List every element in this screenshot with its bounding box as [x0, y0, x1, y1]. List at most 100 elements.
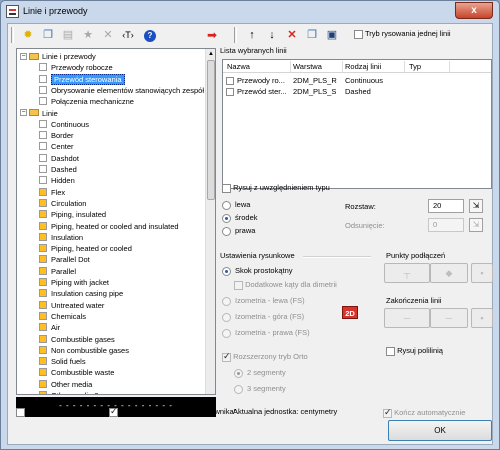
connection-start-button[interactable]: ┬ — [384, 263, 430, 283]
tree-item[interactable]: Chemicals — [39, 311, 86, 322]
radio-circle[interactable] — [222, 266, 231, 276]
rename-icon[interactable]: ‹T› — [120, 27, 136, 43]
scroll-thumb[interactable] — [207, 60, 215, 200]
tree-item[interactable]: Obrysowanie elementów stanowiących zespó… — [39, 85, 204, 96]
tree-item[interactable]: Flex — [39, 187, 65, 198]
tree-item[interactable]: Border — [39, 130, 74, 141]
red-arrow-icon[interactable]: ➡ — [204, 27, 220, 43]
new-star-icon[interactable]: ✹ — [20, 27, 36, 43]
star-icon[interactable]: ★ — [80, 27, 96, 43]
line-tree[interactable]: − Linie i przewody Przewody robocze Przewód… — [16, 48, 216, 395]
tree-item[interactable]: Piping, heated or cooled — [39, 243, 132, 254]
tree-item[interactable]: Połączenia mechaniczne — [39, 96, 134, 107]
column-type[interactable]: Typ — [409, 62, 421, 71]
radio-center[interactable]: środek — [222, 213, 258, 223]
connection-both-button[interactable]: ◆ — [430, 263, 468, 283]
connection-settings-button[interactable]: ▪ — [471, 263, 493, 283]
copy-icon[interactable]: ❐ — [40, 27, 56, 43]
radio-right[interactable]: prawa — [222, 226, 255, 236]
tree-item[interactable]: Hidden — [39, 175, 75, 186]
spacing-input[interactable]: 20 — [428, 199, 464, 213]
separate-category-checkbox[interactable]: Oddzielna kategoria "Użytkownika" — [109, 406, 236, 417]
delete-x-icon[interactable]: ✕ — [100, 27, 116, 43]
selected-lines-list[interactable]: Nazwa Warstwa Rodzaj linii Typ Przewody … — [222, 59, 492, 189]
polyline-checkbox[interactable]: Rysuj polilinią — [386, 346, 443, 356]
offset-input[interactable]: 0 — [428, 218, 464, 232]
checkbox-box[interactable] — [386, 346, 395, 356]
tree-item[interactable]: Insulation — [39, 232, 83, 243]
checkbox-box[interactable] — [222, 183, 231, 193]
tree-item[interactable]: Untreated water — [39, 300, 104, 311]
auto-finish-checkbox[interactable]: Kończ automatycznie — [383, 407, 465, 418]
radio-circle[interactable] — [222, 328, 231, 338]
tree-group[interactable]: − Linie — [20, 108, 58, 119]
radio-circle[interactable] — [222, 213, 231, 223]
draw-with-type-checkbox[interactable]: Rysuj z uwzględnieniem typu — [222, 183, 330, 193]
tree-item[interactable]: Other media — [39, 379, 92, 390]
radio-iso-top[interactable]: Izometria - góra (FS) — [222, 312, 304, 322]
checkbox-box[interactable] — [222, 351, 231, 362]
help-icon[interactable]: ? — [142, 27, 158, 43]
tree-item[interactable]: Solid fuels — [39, 356, 86, 367]
tree-item[interactable]: Air — [39, 322, 60, 333]
tree-item[interactable]: Non combustible gases — [39, 345, 129, 356]
tree-item[interactable]: Piping with jacket — [39, 277, 109, 288]
radio-left[interactable]: lewa — [222, 200, 250, 210]
row-checkbox[interactable] — [226, 77, 234, 85]
radio-iso-left[interactable]: Izometria - lewa (FS) — [222, 296, 305, 306]
radio-circle[interactable] — [222, 200, 231, 210]
arrow-down-icon[interactable]: ↓ — [264, 27, 280, 43]
tree-item[interactable]: Parallel — [39, 266, 76, 277]
tree-item[interactable]: Continuous — [39, 119, 89, 130]
collapse-icon[interactable]: − — [20, 109, 27, 117]
ending-end-button[interactable]: ─ — [430, 308, 468, 328]
tree-scrollbar[interactable]: ▲ — [205, 49, 215, 394]
tree-item[interactable]: Piping, insulated — [39, 209, 106, 220]
tree-item[interactable]: Combustible gases — [39, 334, 115, 345]
tree-item[interactable]: Circulation — [39, 198, 86, 209]
radio-circle[interactable] — [234, 368, 243, 378]
tree-item[interactable]: Piping, heated or cooled and insulated — [39, 221, 179, 232]
checkbox-box[interactable] — [234, 280, 243, 290]
pick-offset-icon[interactable]: ⇲ — [469, 218, 483, 232]
tree-item[interactable]: Dashdot — [39, 153, 79, 164]
single-line-mode-checkbox[interactable]: Tryb rysowania jednej linii — [354, 29, 451, 39]
ending-settings-button[interactable]: ▪ — [471, 308, 493, 328]
column-layer[interactable]: Warstwa — [293, 62, 322, 71]
red-x-icon[interactable]: ✕ — [284, 27, 300, 43]
radio-3-segments[interactable]: 3 segmenty — [234, 384, 286, 394]
save-icon[interactable]: ▣ — [324, 27, 340, 43]
duplicate-icon[interactable]: ❐ — [304, 27, 320, 43]
column-name[interactable]: Nazwa — [227, 62, 250, 71]
list-row[interactable]: Przewód ster... 2DM_PLS_S Dashed — [223, 87, 491, 98]
radio-2-segments[interactable]: 2 segmenty — [234, 368, 286, 378]
checkbox-box[interactable] — [354, 29, 363, 39]
list-row[interactable]: Przewody ro... 2DM_PLS_R Continuous — [223, 76, 491, 87]
checkbox-box[interactable] — [109, 406, 118, 417]
ending-start-button[interactable]: ─ — [384, 308, 430, 328]
tree-item[interactable]: Combustible waste — [39, 367, 114, 378]
collapse-icon[interactable]: − — [20, 52, 27, 60]
column-linetype[interactable]: Rodzaj linii — [345, 62, 381, 71]
arrow-up-icon[interactable]: ↑ — [244, 27, 260, 43]
scroll-up-icon[interactable]: ▲ — [207, 50, 215, 58]
tree-item[interactable]: Przewody robocze — [39, 62, 113, 73]
pick-spacing-icon[interactable]: ⇲ — [469, 199, 483, 213]
tree-item[interactable]: Center — [39, 141, 74, 152]
radio-rectangular[interactable]: Skok prostokątny — [222, 266, 293, 276]
list-icon[interactable]: ▤ — [60, 27, 76, 43]
radio-circle[interactable] — [222, 312, 231, 322]
mode-2d-icon[interactable]: 2D — [342, 306, 358, 319]
close-button[interactable]: x — [455, 2, 493, 19]
checkbox-box[interactable] — [383, 407, 392, 418]
checkbox-box[interactable] — [16, 407, 25, 417]
row-checkbox[interactable] — [226, 88, 234, 96]
sort-checkbox[interactable]: Sortuj — [16, 407, 47, 417]
ok-button[interactable]: OK — [388, 420, 492, 441]
radio-circle[interactable] — [222, 226, 231, 236]
tree-item[interactable]: Other media 2 — [39, 390, 99, 394]
radio-iso-right[interactable]: Izometria - prawa (FS) — [222, 328, 310, 338]
extra-dimetric-checkbox[interactable]: Dodatkowe kąty dla dimetrii — [234, 280, 337, 290]
tree-group[interactable]: − Linie i przewody — [20, 51, 96, 62]
tree-item[interactable]: Dashed — [39, 164, 77, 175]
